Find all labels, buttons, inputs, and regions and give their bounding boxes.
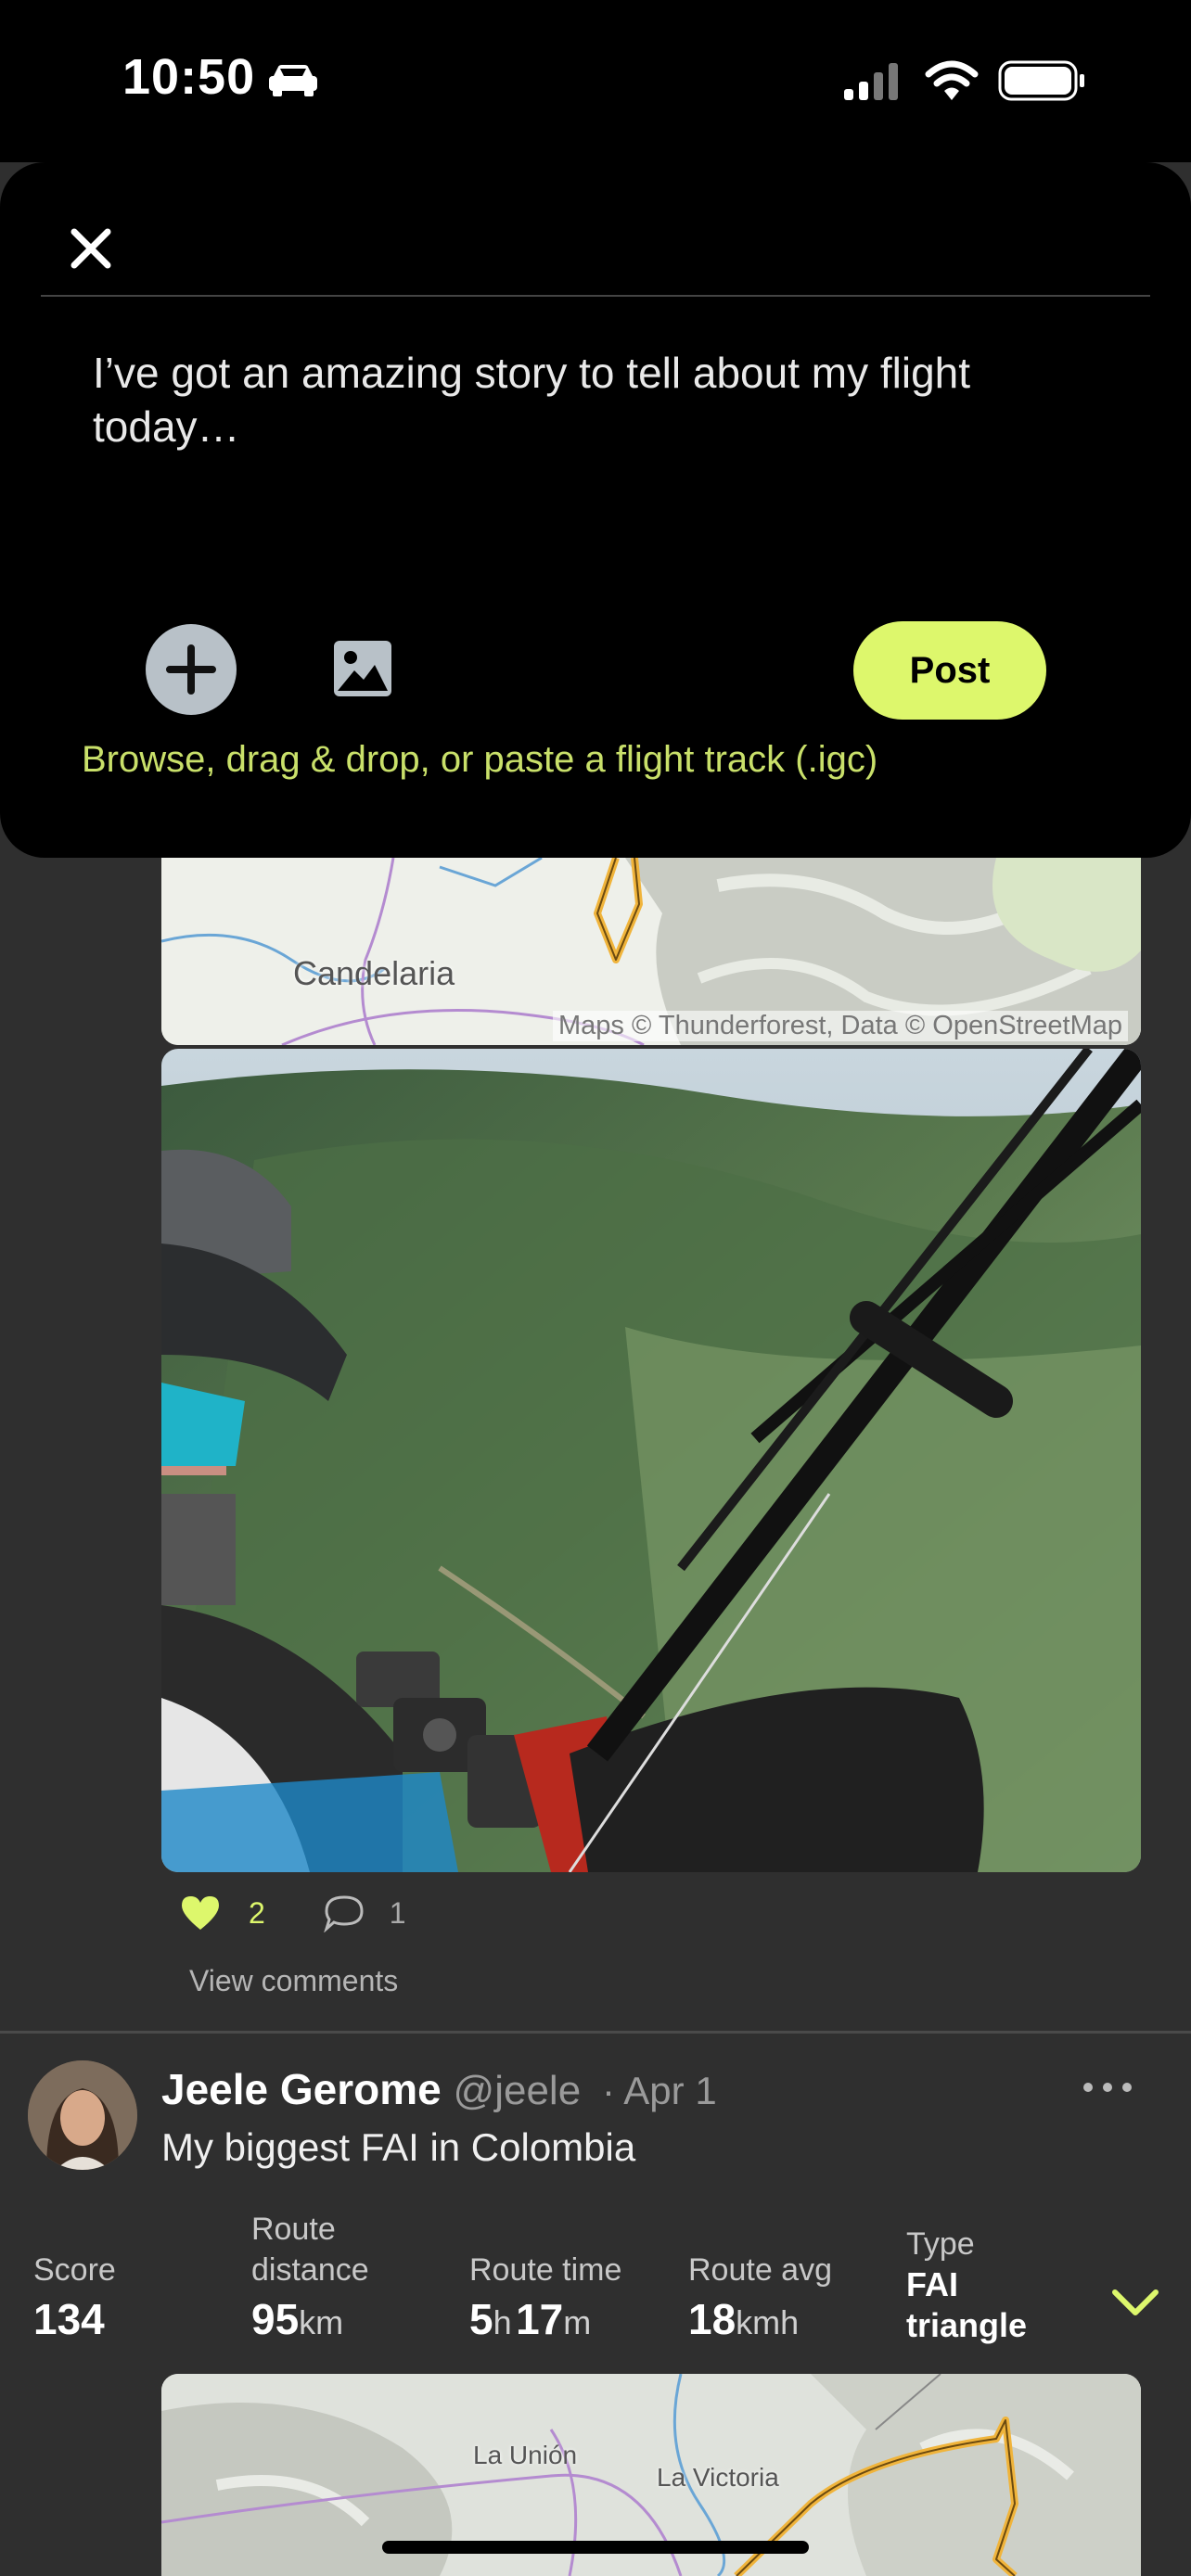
image-icon[interactable] [332, 639, 393, 698]
compose-textarea[interactable]: I’ve got an amazing story to tell about … [93, 346, 1067, 453]
post-button[interactable]: Post [853, 621, 1046, 720]
flight-photo[interactable] [161, 1049, 1141, 1872]
battery-icon [998, 60, 1084, 101]
type-value-line1: FAI [906, 2265, 959, 2303]
route-time-hours: 5 [469, 2295, 493, 2343]
score-value: 134 [33, 2295, 105, 2343]
more-icon[interactable] [1082, 2081, 1133, 2094]
signal-icon [844, 63, 898, 100]
route-avg-label: Route avg [688, 2252, 832, 2288]
composer-sheet: I’ve got an amazing story to tell about … [0, 162, 1191, 858]
wifi-icon [925, 60, 979, 100]
post-title: My biggest FAI in Colombia [161, 2125, 636, 2169]
avatar-image [28, 2060, 137, 2170]
igc-upload-hint[interactable]: Browse, drag & drop, or paste a flight t… [82, 739, 877, 781]
distance-label-line1: Route [251, 2212, 336, 2247]
comment-icon[interactable] [323, 1894, 365, 1932]
route-time-m-unit: m [563, 2303, 592, 2341]
plus-icon [166, 644, 216, 695]
author-handle[interactable]: @jeele [454, 2068, 582, 2113]
map-label-la-union: La Unión [473, 2441, 578, 2469]
route-time-minutes: 17 [516, 2295, 564, 2343]
view-comments-link[interactable]: View comments [189, 1964, 398, 1998]
status-bar: 10:50 [0, 0, 1191, 162]
car-icon [269, 65, 317, 96]
heart-icon[interactable] [180, 1894, 221, 1932]
type-label: Type [906, 2226, 975, 2262]
distance-value: 95 [251, 2295, 300, 2343]
map-label-la-victoria: La Victoria [657, 2463, 779, 2492]
map-attribution[interactable]: Maps © Thunderforest, Data © OpenStreetM… [553, 1011, 1128, 1041]
post-separator [0, 2031, 1191, 2034]
route-avg-value: 18 [688, 2295, 736, 2343]
type-value-line2: triangle [906, 2306, 1028, 2344]
reactions-row: 2 1 [180, 1892, 406, 1934]
add-button[interactable] [146, 624, 237, 715]
map-place-label: Candelaria [293, 954, 455, 992]
status-time: 10:50 [122, 49, 256, 105]
avatar[interactable] [28, 2060, 137, 2170]
score-label: Score [33, 2252, 116, 2288]
route-time-group: 5h 17m [469, 2294, 591, 2344]
route-time-h-unit: h [493, 2303, 512, 2341]
flight-map[interactable]: Candelaria Maps © Thunderforest, Data © … [161, 858, 1141, 1045]
like-count: 2 [249, 1895, 265, 1930]
distance-label-line2: distance [251, 2252, 369, 2288]
chevron-down-icon[interactable] [1109, 2283, 1161, 2320]
paraglider-photo [161, 1049, 1141, 1872]
route-avg-unit: kmh [736, 2303, 800, 2341]
composer-divider [41, 295, 1150, 297]
post-author-line: Jeele Gerome @jeele · Apr 1 [161, 2064, 717, 2114]
distance-unit: km [299, 2303, 344, 2341]
route-avg-group: 18kmh [688, 2294, 799, 2344]
author-name[interactable]: Jeele Gerome [161, 2065, 442, 2113]
post-date: · Apr 1 [601, 2069, 717, 2112]
comment-count: 1 [389, 1895, 406, 1930]
route-time-label: Route time [469, 2252, 622, 2288]
distance-value-group: 95km [251, 2294, 343, 2344]
close-icon[interactable] [65, 223, 117, 274]
home-indicator[interactable] [382, 2541, 809, 2554]
